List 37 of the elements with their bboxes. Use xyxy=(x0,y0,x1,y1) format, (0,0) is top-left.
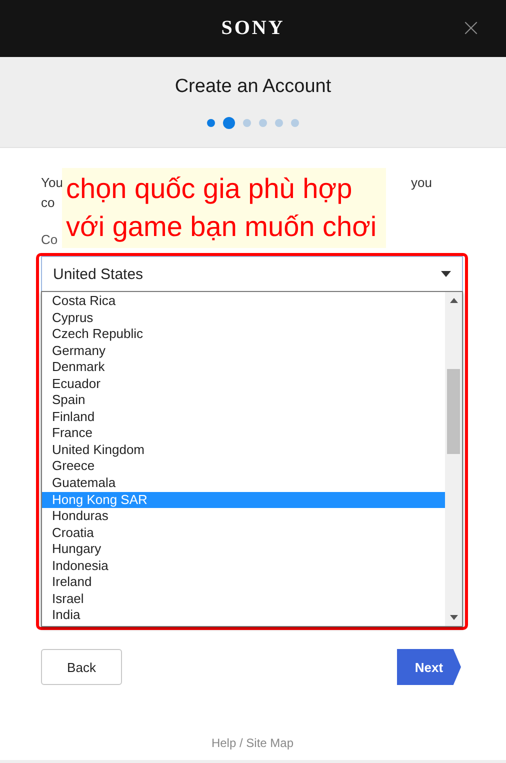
scrollbar[interactable] xyxy=(445,292,462,626)
dropdown-option[interactable]: Czech Republic xyxy=(42,326,445,343)
back-button[interactable]: Back xyxy=(41,649,122,685)
dropdown-option[interactable]: Croatia xyxy=(42,524,445,542)
description-fragment: co xyxy=(41,194,55,212)
select-value: United States xyxy=(53,266,144,282)
dropdown-option[interactable]: Ireland xyxy=(42,574,445,591)
field-label: Co xyxy=(41,232,58,247)
country-select[interactable]: United States xyxy=(41,256,463,291)
dropdown-option[interactable]: Germany xyxy=(42,342,445,360)
dropdown-option[interactable]: Indonesia xyxy=(42,558,445,574)
logo: SONY xyxy=(221,17,285,40)
dropdown-option[interactable]: United Kingdom xyxy=(42,442,445,458)
dropdown-option[interactable]: Israel xyxy=(42,590,445,608)
scroll-thumb[interactable] xyxy=(447,369,460,454)
dropdown-option[interactable]: Greece xyxy=(42,458,445,476)
page-title: Create an Account xyxy=(174,76,332,98)
dropdown-option[interactable]: India xyxy=(42,607,445,624)
dropdown-option[interactable]: Spain xyxy=(42,392,445,409)
dropdown-option[interactable]: Honduras xyxy=(42,508,445,525)
dropdown-option[interactable]: Cyprus xyxy=(42,310,445,326)
help-link[interactable]: Help / Site Map xyxy=(211,736,294,750)
next-button[interactable]: Next xyxy=(397,649,461,685)
dropdown-option[interactable]: Costa Rica xyxy=(42,293,445,310)
annotation-line: chọn quốc gia phù hợp xyxy=(66,172,352,206)
dropdown-option[interactable]: Hungary xyxy=(42,541,445,558)
scroll-up-icon[interactable] xyxy=(450,298,458,303)
dropdown-option[interactable]: Ecuador xyxy=(42,376,445,392)
scroll-down-icon[interactable] xyxy=(450,615,458,620)
dropdown-option[interactable]: Finland xyxy=(42,408,445,426)
dropdown-option[interactable]: Guatemala xyxy=(42,475,445,492)
dropdown-option[interactable]: Denmark xyxy=(42,359,445,376)
description-fragment: you xyxy=(411,174,432,192)
description-fragment: You xyxy=(41,174,63,192)
caret-icon xyxy=(441,271,451,277)
annotation-line: với game bạn muốn chơi xyxy=(66,210,377,244)
dropdown-option[interactable]: France xyxy=(42,425,445,442)
